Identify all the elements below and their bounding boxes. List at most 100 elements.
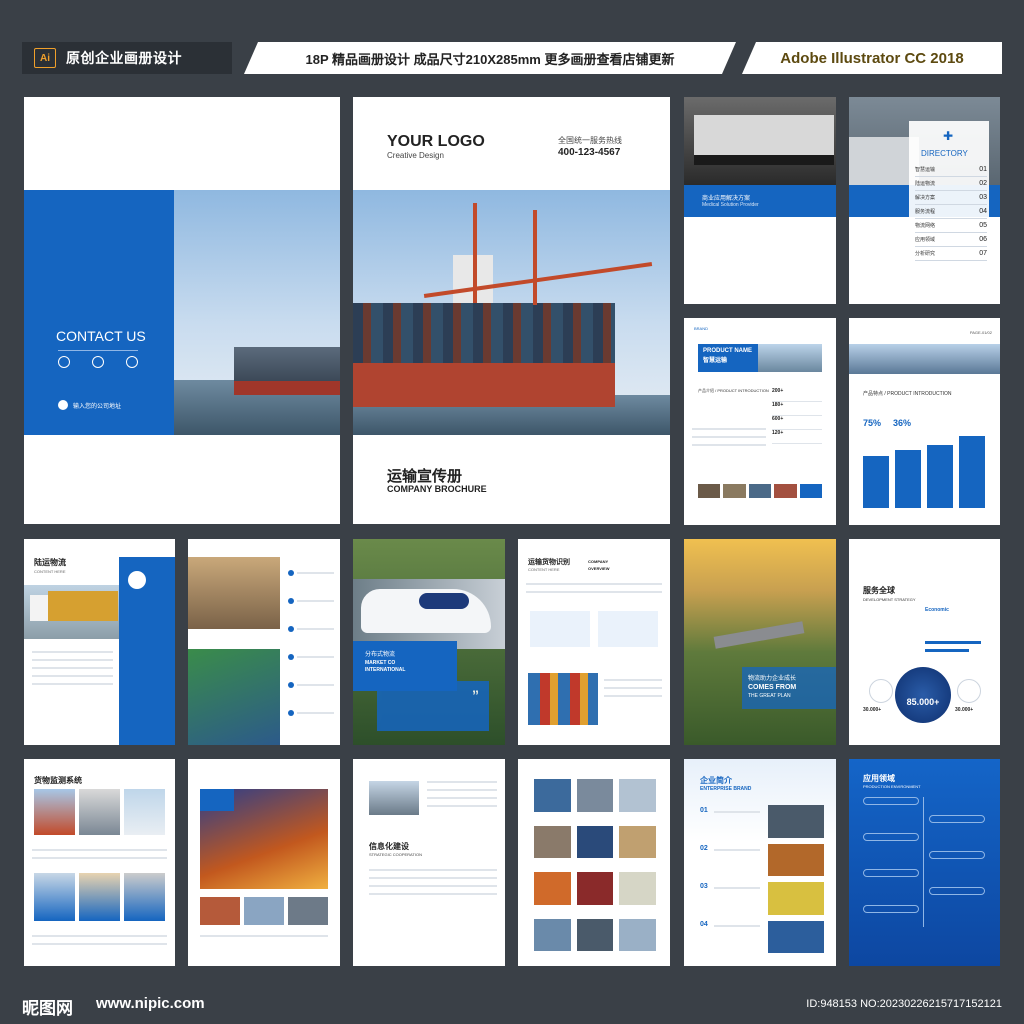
warehouse-list-item [288, 643, 334, 671]
side-stat-b: 30.000+ [955, 707, 974, 713]
night-thumbs [200, 897, 328, 925]
truck-photo [684, 97, 836, 185]
application-node [863, 797, 919, 805]
feature-bars [863, 436, 987, 508]
enterprise-photos [768, 805, 824, 953]
enterprise-step-num: 01 [700, 807, 708, 814]
product-stat: 180+ [772, 402, 822, 416]
address: 输入您的公司地址 [73, 403, 122, 410]
directory-item: 应用领域 06 [915, 233, 987, 247]
port-crane-photo [758, 344, 822, 372]
growth-overlay: 物流助力企业成长 COMES FROM THE GREAT PLAN [742, 667, 836, 709]
overview: COMPANY [588, 559, 609, 564]
global-sub: DEVELOPMENT STRATEGY [863, 597, 916, 602]
product-page: BRAND PRODUCT NAME 智慧运输 产品介绍 / PRODUCT I… [684, 318, 836, 525]
identify-card-a [530, 611, 590, 647]
page-number: PAGE-01/02 [969, 330, 992, 335]
directory-item-num: 06 [979, 236, 987, 243]
bullet-icon [288, 570, 294, 576]
directory-item: 解决方案 03 [915, 191, 987, 205]
hotline: 400-123-4567 [558, 147, 621, 158]
application-node [929, 887, 985, 895]
identify-title: 运输货物识别 [528, 559, 570, 566]
header-left-title: 原创企业画册设计 [66, 50, 182, 66]
features-title: 产品特点 / PRODUCT INTRODUCTION [863, 391, 952, 397]
overview-2: OVERVIEW [588, 566, 610, 571]
monitor-page: 货物监测系统 [24, 759, 175, 966]
bullet-icon [288, 682, 294, 688]
contact-title: CONTACT US [56, 328, 146, 344]
logo-sub: Creative Design [387, 151, 444, 160]
growth-page: 物流助力企业成长 COMES FROM THE GREAT PLAN [684, 539, 836, 745]
identify-card-b [598, 611, 658, 647]
hotline-label: 全国统一服务热线 [558, 136, 622, 145]
page: Ai 原创企业画册设计 18P 精品画册设计 成品尺寸210X285mm 更多画… [0, 0, 1024, 1024]
growth-en-2: THE GREAT PLAN [748, 693, 791, 699]
land-blue-column [119, 557, 175, 745]
enterprise-sub: ENTERPRISE BRAND [700, 786, 752, 792]
economic: Economic [925, 607, 949, 613]
land-title: 陆运物流 [34, 558, 66, 567]
bullet-icon [288, 626, 294, 632]
directory-item: 陆运物流 02 [915, 177, 987, 191]
quote-icon: ” [472, 687, 479, 703]
warehouse-page [188, 539, 340, 745]
chat-icon [126, 356, 138, 368]
warehouse-list-item [288, 559, 334, 587]
big-stat: 85.000+ [906, 697, 940, 707]
application-node [929, 815, 985, 823]
product-intro: 产品介绍 / PRODUCT INTRODUCTION [698, 388, 769, 393]
cargo-ship-photo [353, 190, 670, 435]
solution-page: 商业应用解决方案 Medical Solution Provider [684, 97, 836, 304]
bullet-icon [288, 710, 294, 716]
feature-bar [927, 445, 953, 508]
gallery-grid [534, 779, 656, 951]
directory-items: 智慧运输 01 陆运物流 02 解决方案 03 服务流程 04 物流网络 05 应用领域 06 分析研究… [915, 163, 987, 261]
big-stat-circle: 85.000+ [895, 667, 951, 723]
back-cover-page: CONTACT US 输入您的公司地址 [24, 97, 340, 524]
enterprise-step-num: 02 [700, 845, 708, 852]
feature-bar [895, 450, 921, 508]
product-stat: 600+ [772, 416, 822, 430]
directory-item-num: 01 [979, 166, 987, 173]
warehouse-list-item [288, 615, 334, 643]
directory-item-num: 03 [979, 194, 987, 201]
monitor-row-2 [34, 873, 165, 921]
header-right: Adobe Illustrator CC 2018 [742, 42, 1002, 74]
truck-photo-3 [24, 585, 119, 639]
site-url[interactable]: www.nipic.com [96, 995, 205, 1012]
port-photo-left [174, 190, 340, 435]
side-stat-a: 30.000+ [863, 707, 882, 713]
application-node [863, 905, 919, 913]
image-id: ID:948153 NO:20230226215717152121 [806, 998, 1002, 1010]
logo: YOUR LOGO [387, 133, 485, 150]
directory-item: 智慧运输 01 [915, 163, 987, 177]
directory-title: DIRECTORY [921, 149, 968, 158]
header-middle: 18P 精品画册设计 成品尺寸210X285mm 更多画册查看店铺更新 [244, 42, 736, 74]
warehouse-list-item [288, 587, 334, 615]
growth-cn: 物流助力企业成长 [748, 676, 797, 682]
bullet-icon [288, 654, 294, 660]
directory-item-label: 智慧运输 [915, 167, 936, 173]
product-name: PRODUCT NAME [703, 348, 752, 354]
truck-road-photo [369, 781, 419, 815]
directory-list: ✚ DIRECTORY 智慧运输 01 陆运物流 02 解决方案 03 服务流程 04 物流网络… [909, 121, 989, 271]
enterprise-steps: 01 02 03 04 [700, 807, 760, 957]
directory-item-label: 分析研究 [915, 251, 936, 257]
application-node [929, 851, 985, 859]
header: Ai 原创企业画册设计 18P 精品画册设计 成品尺寸210X285mm 更多画… [22, 42, 1002, 74]
percent-a: 75% [863, 418, 882, 428]
warehouse-list-item [288, 671, 334, 699]
application-node [863, 833, 919, 841]
global-service-page: 服务全球 DEVELOPMENT STRATEGY Economic 85.00… [849, 539, 1000, 745]
enterprise-page: 企业简介 ENTERPRISE BRAND 01 02 03 04 [684, 759, 836, 966]
feature-bar [959, 436, 985, 508]
product-cn: 智慧运输 [703, 358, 728, 364]
site-logo: 昵图网 [22, 999, 73, 1018]
solution-title: 商业应用解决方案 [702, 196, 751, 202]
land-logistics-page: 陆运物流 CONTENT HERE [24, 539, 175, 745]
directory-item-label: 物流网络 [915, 223, 936, 229]
growth-en: COMES FROM [748, 684, 797, 691]
cover-title-en: COMPANY BROCHURE [387, 484, 487, 494]
contact-panel: CONTACT US 输入您的公司地址 [24, 190, 174, 435]
